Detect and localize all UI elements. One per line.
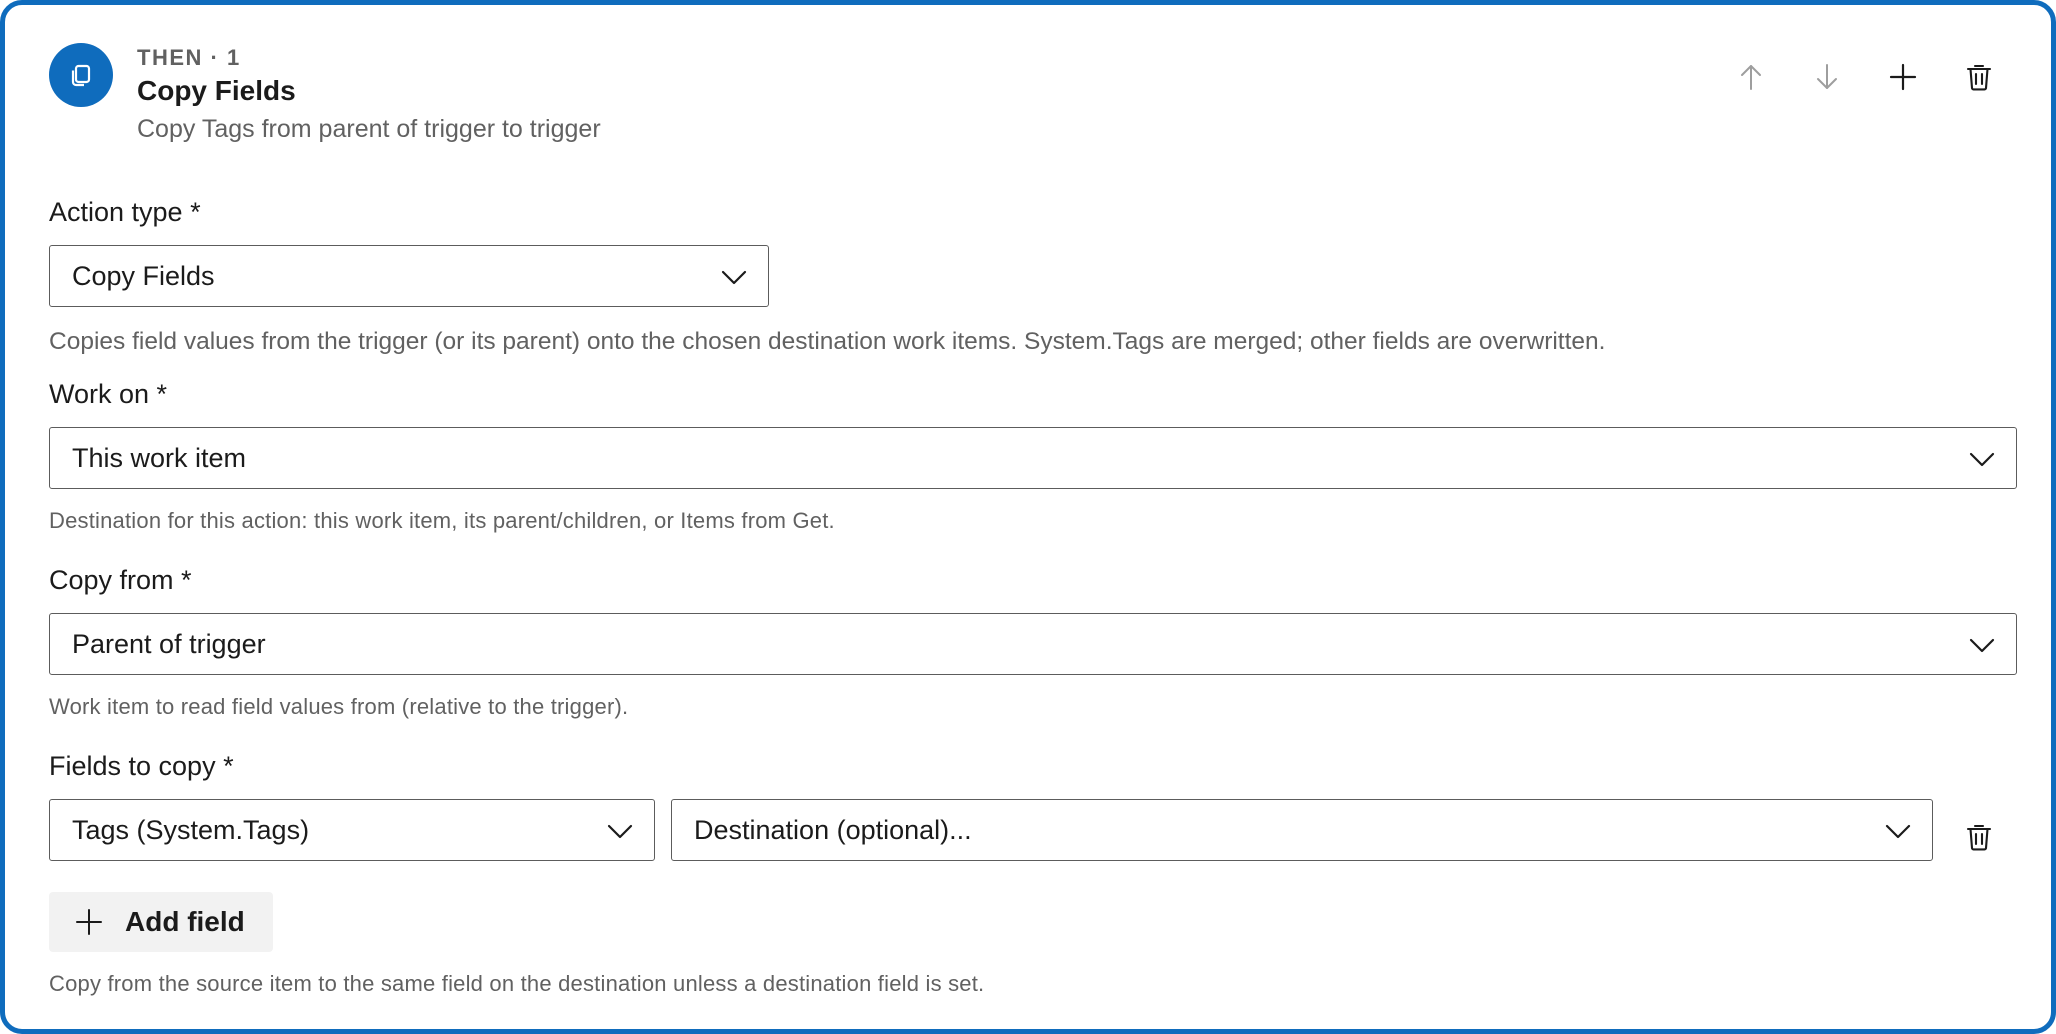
plus-icon: [76, 909, 102, 935]
remove-field-button[interactable]: [1953, 811, 2005, 863]
step-eyebrow: THEN · 1: [137, 45, 241, 70]
work-on-label: Work on *: [49, 379, 168, 409]
destination-field-value: Destination (optional)...: [694, 814, 972, 845]
action-card: THEN · 1 Copy Fields Copy Tags from pare…: [0, 0, 2056, 1034]
work-on-value: This work item: [72, 442, 247, 473]
step-title: Copy Fields: [137, 75, 296, 106]
copy-from-help: Work item to read field values from (rel…: [49, 694, 629, 719]
source-field-value: Tags (System.Tags): [72, 814, 310, 845]
arrow-up-icon: [1741, 65, 1761, 90]
move-down-button[interactable]: [1801, 51, 1853, 103]
action-type-description: Copies field values from the trigger (or…: [49, 328, 1606, 355]
chevron-down-icon: [721, 270, 747, 285]
copy-from-label: Copy from *: [49, 565, 192, 595]
add-field-button[interactable]: Add field: [49, 892, 273, 952]
chevron-down-icon: [1885, 824, 1911, 839]
chevron-down-icon: [607, 824, 633, 839]
chevron-down-icon: [1969, 638, 1995, 653]
copy-from-value: Parent of trigger: [72, 628, 266, 659]
work-on-help: Destination for this action: this work i…: [49, 508, 835, 533]
step-subtitle: Copy Tags from parent of trigger to trig…: [137, 115, 601, 143]
work-on-select[interactable]: This work item: [49, 427, 2017, 489]
add-action-button[interactable]: [1877, 51, 1929, 103]
source-field-select[interactable]: Tags (System.Tags): [49, 799, 655, 861]
fields-to-copy-label: Fields to copy *: [49, 751, 234, 781]
move-up-button[interactable]: [1725, 51, 1777, 103]
delete-action-button[interactable]: [1953, 51, 2005, 103]
action-type-value: Copy Fields: [72, 260, 215, 291]
fields-to-copy-help: Copy from the source item to the same fi…: [49, 971, 985, 996]
chevron-down-icon: [1969, 452, 1995, 467]
copy-step-icon: [49, 43, 113, 107]
destination-field-select[interactable]: Destination (optional)...: [671, 799, 1933, 861]
arrow-down-icon: [1817, 64, 1837, 89]
action-type-label: Action type *: [49, 197, 201, 227]
trash-icon: [1966, 824, 1992, 851]
plus-icon: [1889, 63, 1917, 91]
copy-from-select[interactable]: Parent of trigger: [49, 613, 2017, 675]
add-field-label: Add field: [125, 906, 245, 937]
trash-icon: [1966, 64, 1992, 91]
action-type-select[interactable]: Copy Fields: [49, 245, 769, 307]
